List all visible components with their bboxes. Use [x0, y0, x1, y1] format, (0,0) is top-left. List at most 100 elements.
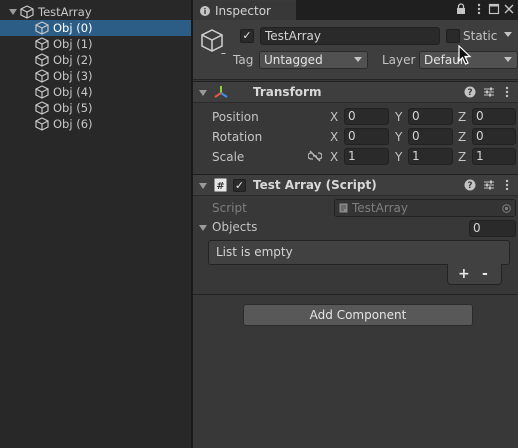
static-dropdown-arrow-icon[interactable] [504, 32, 512, 37]
inspector-tab-bar: Inspector [193, 0, 518, 20]
gameobject-cube-icon [20, 5, 34, 19]
rotation-axis-label[interactable]: X [330, 130, 338, 144]
scale-z-field[interactable]: 1 [472, 148, 516, 165]
script-file-icon [339, 203, 348, 213]
scale-label: Scale [212, 150, 245, 164]
scale-x-field[interactable]: 1 [344, 148, 389, 165]
kebab-menu-icon[interactable] [501, 179, 513, 191]
layer-label: Layer [382, 53, 416, 67]
static-checkbox[interactable] [446, 29, 460, 43]
hierarchy-item-label: Obj (4) [53, 85, 93, 99]
gameobject-cube-icon [35, 85, 49, 99]
gameobject-cube-icon [35, 21, 49, 35]
position-axis-label[interactable]: Z [458, 110, 466, 124]
hierarchy-item[interactable]: Obj (5) [0, 100, 191, 116]
tag-dropdown[interactable]: Untagged [259, 51, 368, 69]
info-icon [200, 5, 210, 16]
svg-text:?: ? [467, 88, 472, 98]
foldout-expanded-icon[interactable] [199, 90, 207, 96]
presets-sliders-icon[interactable] [483, 179, 495, 191]
chevron-down-icon [354, 57, 362, 62]
hierarchy-item[interactable]: Obj (4) [0, 84, 191, 100]
gameobject-cube-icon [35, 101, 49, 115]
tag-value: Untagged [264, 53, 323, 67]
hierarchy-panel: TestArray Obj (0) Obj (1) Obj (2) Obj (3) Ob… [0, 0, 191, 448]
tag-label: Tag [233, 53, 254, 67]
script-enabled-checkbox[interactable]: ✓ [233, 179, 246, 192]
rotation-x-field[interactable]: 0 [344, 128, 389, 145]
static-label: Static [463, 29, 498, 43]
help-icon[interactable]: ? [464, 86, 476, 98]
rotation-label: Rotation [212, 130, 263, 144]
component-divider [193, 294, 518, 295]
inspector-panel: Inspector ✓ TestArray Static Tag Untagge… [193, 0, 518, 448]
hierarchy-item[interactable]: Obj (0) [0, 20, 191, 36]
lock-icon[interactable] [455, 3, 467, 15]
object-picker-icon [502, 204, 511, 213]
gameobject-cube-icon [35, 117, 49, 131]
transform-header[interactable]: Transform ? [193, 81, 518, 103]
scale-axis-label[interactable]: Z [458, 150, 466, 164]
maximize-icon[interactable] [488, 3, 500, 15]
constrain-proportions-link-icon[interactable] [308, 150, 322, 162]
objects-label[interactable]: Objects [212, 220, 257, 234]
list-footer: + - [447, 264, 502, 285]
script-object-field: TestArray [334, 199, 516, 217]
position-axis-label[interactable]: X [330, 110, 338, 124]
tab-inspector-label: Inspector [215, 3, 271, 18]
position-label: Position [212, 110, 259, 124]
gameobject-cube-icon [35, 53, 49, 67]
presets-sliders-icon[interactable] [483, 86, 495, 98]
add-element-button[interactable]: + [458, 266, 470, 282]
hierarchy-item-label: Obj (2) [53, 53, 93, 67]
hierarchy-item-label: Obj (5) [53, 101, 93, 115]
position-y-field[interactable]: 0 [408, 108, 453, 125]
transform-axes-icon [214, 86, 228, 98]
rotation-axis-label[interactable]: Y [395, 130, 402, 144]
hierarchy-item[interactable]: Obj (6) [0, 116, 191, 132]
foldout-expanded-icon[interactable] [199, 183, 207, 189]
svg-text:?: ? [467, 181, 472, 191]
add-component-button[interactable]: Add Component [243, 304, 473, 326]
hierarchy-item-label: Obj (3) [53, 69, 93, 83]
help-icon[interactable]: ? [464, 179, 476, 191]
hierarchy-item-label: Obj (1) [53, 37, 93, 51]
scale-axis-label[interactable]: X [330, 150, 338, 164]
rotation-axis-label[interactable]: Z [458, 130, 466, 144]
hierarchy-root-label: TestArray [38, 5, 92, 19]
gameobject-large-cube-icon[interactable] [200, 28, 226, 54]
close-icon[interactable] [503, 3, 515, 15]
scale-axis-label[interactable]: Y [395, 150, 402, 164]
position-z-field[interactable]: 0 [472, 108, 516, 125]
kebab-menu-icon[interactable] [473, 3, 485, 15]
script-field-label: Script [212, 201, 247, 215]
position-axis-label[interactable]: Y [395, 110, 402, 124]
script-object-value: TestArray [352, 201, 408, 215]
hierarchy-root-row[interactable]: TestArray [0, 4, 191, 20]
hierarchy-item[interactable]: Obj (2) [0, 52, 191, 68]
svg-text:#: # [216, 181, 224, 192]
rotation-z-field[interactable]: 0 [472, 128, 516, 145]
hierarchy-item-label: Obj (0) [53, 21, 93, 35]
active-checkbox[interactable]: ✓ [240, 29, 254, 43]
object-name-field[interactable]: TestArray [260, 27, 440, 45]
kebab-menu-icon[interactable] [501, 86, 513, 98]
script-component-header[interactable]: # ✓ Test Array (Script) ? [193, 174, 518, 196]
scale-y-field[interactable]: 1 [408, 148, 453, 165]
objects-foldout-icon[interactable] [199, 225, 207, 231]
transform-title: Transform [253, 85, 322, 99]
hierarchy-item-label: Obj (6) [53, 117, 93, 131]
objects-list: List is empty [208, 240, 510, 265]
rotation-y-field[interactable]: 0 [408, 128, 453, 145]
position-x-field[interactable]: 0 [344, 108, 389, 125]
list-empty-text: List is empty [216, 245, 293, 259]
remove-element-button[interactable]: - [482, 266, 488, 282]
chevron-down-icon [504, 57, 512, 62]
csharp-script-icon: # [214, 178, 227, 192]
hierarchy-item[interactable]: Obj (1) [0, 36, 191, 52]
hierarchy-item[interactable]: Obj (3) [0, 68, 191, 84]
foldout-expanded-icon[interactable] [9, 8, 17, 16]
objects-size-field[interactable]: 0 [469, 220, 516, 237]
mouse-cursor-icon [458, 45, 472, 65]
tab-inspector[interactable]: Inspector [193, 0, 296, 20]
